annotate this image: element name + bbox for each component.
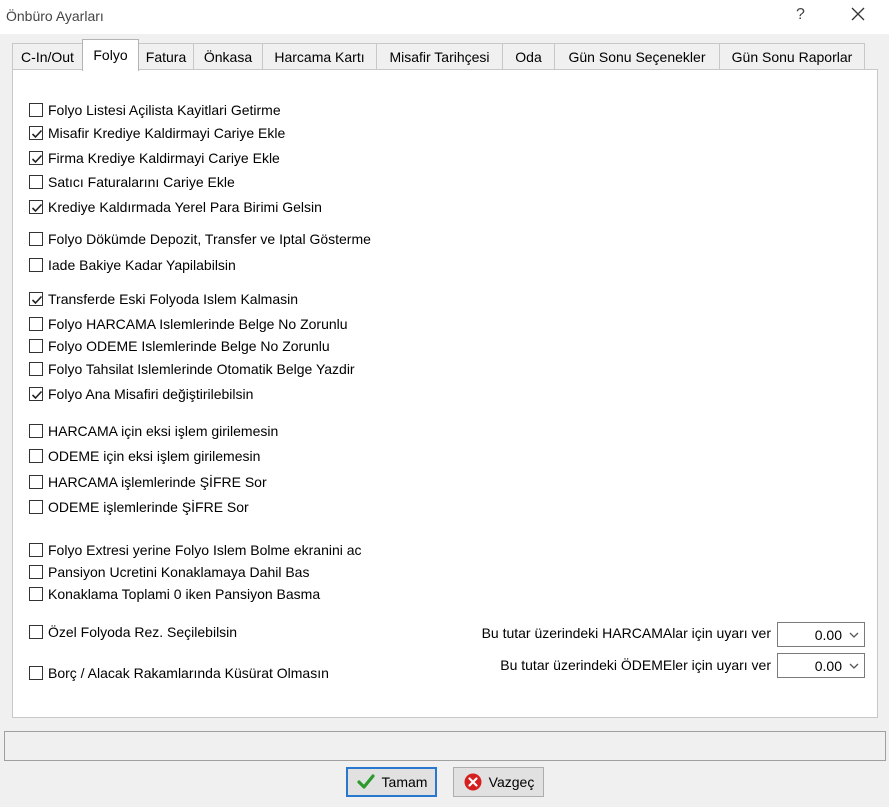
option-borc-alacak-kusurat[interactable]: Borç / Alacak Rakamlarında Küsürat Olmas… (29, 664, 329, 682)
checkbox[interactable] (29, 151, 43, 165)
tab-oda[interactable]: Oda (502, 43, 555, 70)
option-transferde-eski-folyo[interactable]: Transferde Eski Folyoda Islem Kalmasin (29, 290, 298, 308)
option-firma-krediye-cariye[interactable]: Firma Krediye Kaldirmayi Cariye Ekle (29, 149, 280, 167)
option-odeme-sifre-sor[interactable]: ODEME işlemlerinde ŞİFRE Sor (29, 498, 249, 516)
option-harcama-belge-no[interactable]: Folyo HARCAMA Islemlerinde Belge No Zoru… (29, 315, 348, 333)
tab-c-in-out[interactable]: C-In/Out (12, 43, 83, 70)
option-tahsilat-otomatik-belge[interactable]: Folyo Tahsilat Islemlerinde Otomatik Bel… (29, 360, 355, 378)
checkbox[interactable] (29, 232, 43, 246)
odeme-warning-amount-input[interactable]: 0.00 (777, 653, 865, 678)
option-misafir-krediye-cariye[interactable]: Misafir Krediye Kaldirmayi Cariye Ekle (29, 124, 285, 142)
option-ozel-folyo-rez[interactable]: Özel Folyoda Rez. Seçilebilsin (29, 623, 237, 641)
checkbox[interactable] (29, 424, 43, 438)
checkbox[interactable] (29, 666, 43, 680)
checkbox[interactable] (29, 200, 43, 214)
folyo-settings-panel: Folyo Listesi Açilista Kayitlari Getirme… (12, 69, 878, 718)
checkbox[interactable] (29, 387, 43, 401)
checkbox[interactable] (29, 339, 43, 353)
checkbox[interactable] (29, 543, 43, 557)
harcama-warning-label: Bu tutar üzerindeki HARCAMAlar için uyar… (481, 625, 771, 641)
option-krediye-yerel-para[interactable]: Krediye Kaldırmada Yerel Para Birimi Gel… (29, 198, 322, 216)
checkbox[interactable] (29, 362, 43, 376)
chevron-down-icon[interactable] (848, 660, 860, 672)
option-konaklama-toplami[interactable]: Konaklama Toplami 0 iken Pansiyon Basma (29, 585, 320, 603)
window-title: Önbüro Ayarları (6, 8, 104, 24)
close-button[interactable] (848, 4, 868, 24)
checkbox[interactable] (29, 126, 43, 140)
tab-fatura[interactable]: Fatura (138, 43, 194, 70)
harcama-warning-amount-input[interactable]: 0.00 (777, 622, 865, 647)
checkbox[interactable] (29, 317, 43, 331)
cancel-icon (464, 773, 482, 791)
checkbox[interactable] (29, 587, 43, 601)
check-icon (31, 295, 43, 305)
odeme-warning-label: Bu tutar üzerindeki ÖDEMEler için uyarı … (500, 657, 771, 673)
option-odeme-eksi-islem[interactable]: ODEME için eksi işlem girilemesin (29, 447, 260, 465)
tab-onkasa[interactable]: Önkasa (193, 43, 263, 70)
close-icon (851, 7, 865, 21)
option-ana-misafir-degistir[interactable]: Folyo Ana Misafiri değiştirilebilsin (29, 385, 253, 403)
option-folyo-listesi-acilista[interactable]: Folyo Listesi Açilista Kayitlari Getirme (29, 101, 281, 119)
option-harcama-eksi-islem[interactable]: HARCAMA için eksi işlem girilemesin (29, 422, 278, 440)
ok-button[interactable]: Tamam (346, 767, 437, 797)
checkbox[interactable] (29, 500, 43, 514)
option-folyo-dokum-depozit[interactable]: Folyo Dökümde Depozit, Transfer ve Iptal… (29, 230, 371, 248)
status-bar (4, 731, 886, 761)
checkbox[interactable] (29, 258, 43, 272)
tab-folyo[interactable]: Folyo (82, 39, 139, 71)
check-icon (31, 154, 43, 164)
checkbox[interactable] (29, 103, 43, 117)
option-harcama-sifre-sor[interactable]: HARCAMA işlemlerinde ŞİFRE Sor (29, 473, 267, 491)
option-folyo-islem-bolme[interactable]: Folyo Extresi yerine Folyo Islem Bolme e… (29, 541, 362, 559)
check-icon (31, 390, 43, 400)
checkbox[interactable] (29, 475, 43, 489)
tab-gun-sonu-secenekler[interactable]: Gün Sonu Seçenekler (554, 43, 720, 70)
tab-gun-sonu-raporlar[interactable]: Gün Sonu Raporlar (719, 43, 865, 70)
title-bar: Önbüro Ayarları ? (0, 0, 889, 34)
checkbox[interactable] (29, 292, 43, 306)
cancel-button[interactable]: Vazgeç (453, 767, 544, 797)
checkbox[interactable] (29, 625, 43, 639)
ok-button-label: Tamam (381, 774, 428, 790)
cancel-button-label: Vazgeç (488, 774, 535, 790)
check-icon (31, 203, 43, 213)
tab-harcama-karti[interactable]: Harcama Kartı (262, 43, 377, 70)
checkmark-icon (356, 774, 375, 789)
checkbox[interactable] (29, 175, 43, 189)
tab-misafir-tarihcesi[interactable]: Misafir Tarihçesi (376, 43, 503, 70)
check-icon (31, 129, 43, 139)
checkbox[interactable] (29, 449, 43, 463)
checkbox[interactable] (29, 565, 43, 579)
option-pansiyon-ucreti[interactable]: Pansiyon Ucretini Konaklamaya Dahil Bas (29, 563, 309, 581)
option-iade-bakiye[interactable]: Iade Bakiye Kadar Yapilabilsin (29, 256, 236, 274)
help-button[interactable]: ? (796, 6, 805, 24)
option-satici-faturalari-cariye[interactable]: Satıcı Faturalarını Cariye Ekle (29, 173, 235, 191)
chevron-down-icon[interactable] (848, 629, 860, 641)
option-odeme-belge-no[interactable]: Folyo ODEME Islemlerinde Belge No Zorunl… (29, 337, 330, 355)
